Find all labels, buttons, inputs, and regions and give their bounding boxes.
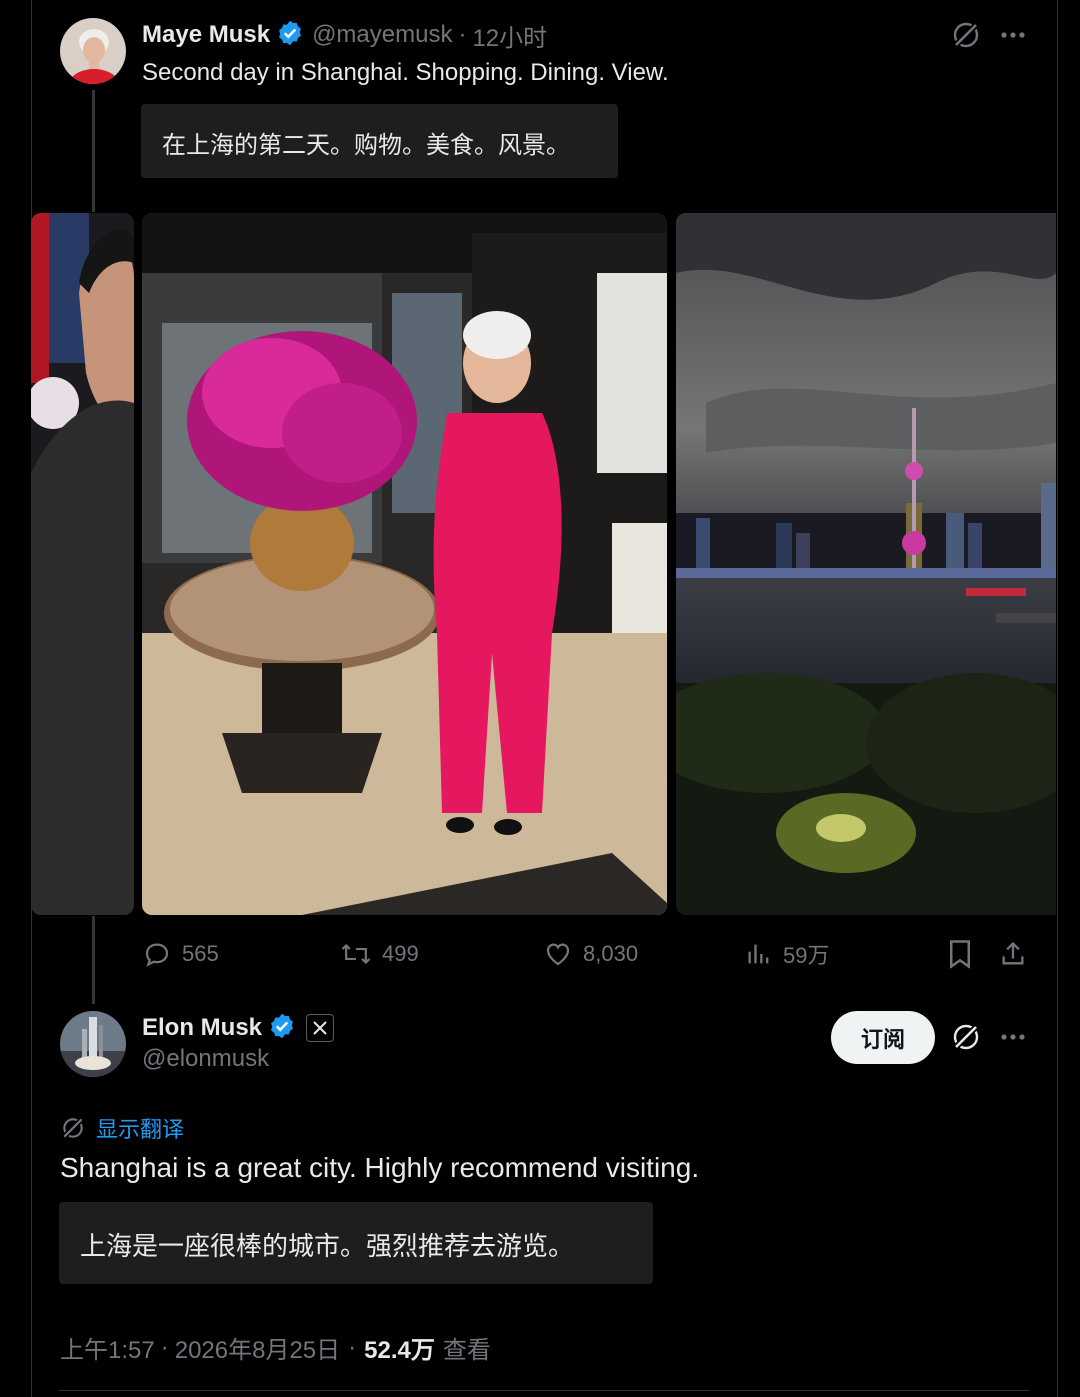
grok-icon[interactable]: [949, 18, 983, 52]
tweet2-meta: 上午1:57 · 2026年8月25日 · 52.4万 查看: [60, 1330, 491, 1365]
tweet2-text: Shanghai is a great city. Highly recomme…: [60, 1152, 700, 1183]
like-count: 8,030: [583, 941, 639, 966]
tweet1-text: Second day in Shanghai. Shopping. Dining…: [142, 59, 669, 86]
tweet2-views-count: 52.4万: [364, 1337, 435, 1364]
tweet2-translation: 上海是一座很棒的城市。强烈推荐去游览。: [59, 1202, 653, 1284]
verified-icon: [276, 19, 304, 52]
tweet1-time[interactable]: 12小时: [472, 18, 547, 53]
elon-avatar[interactable]: [60, 1011, 126, 1077]
x-affiliation-icon[interactable]: [306, 1014, 335, 1042]
more-icon[interactable]: [996, 1020, 1030, 1054]
reply-icon: [145, 943, 169, 967]
elon-header: Elon Musk: [142, 1012, 335, 1045]
separator-dot: ·: [160, 1333, 169, 1361]
show-translation-label: 显示翻译: [96, 1117, 185, 1142]
retweet-count: 499: [382, 941, 419, 966]
verified-icon: [268, 1012, 296, 1045]
reply-count: 565: [182, 941, 219, 966]
retweet-icon: [341, 943, 371, 965]
divider: [59, 1390, 1029, 1391]
bookmark-icon[interactable]: [943, 936, 977, 972]
maye-avatar[interactable]: [60, 18, 126, 84]
translate-icon: [60, 1115, 86, 1141]
maye-header: Maye Musk @mayemusk · 12小时: [142, 18, 547, 53]
tweet2-views-label: 查看: [442, 1337, 491, 1364]
photo-shanghai-skyline[interactable]: [676, 213, 1056, 915]
subscribe-button[interactable]: 订阅: [831, 1011, 935, 1064]
maye-handle[interactable]: @mayemusk: [312, 21, 452, 49]
photo-maye-flowers[interactable]: [142, 213, 667, 915]
thread-line-bottom: [92, 916, 95, 1004]
tweet2-date[interactable]: 2026年8月25日: [175, 1330, 340, 1365]
grok-icon[interactable]: [949, 1020, 983, 1054]
elon-handle[interactable]: @elonmusk: [142, 1045, 269, 1073]
views-count: 59万: [783, 943, 830, 968]
show-translation-link[interactable]: 显示翻译: [60, 1112, 184, 1144]
tweet2-time[interactable]: 上午1:57: [60, 1330, 155, 1365]
heart-icon: [546, 943, 570, 966]
like-button[interactable]: 8,030: [543, 936, 638, 972]
analytics-icon: [748, 944, 769, 964]
photo-left-partial[interactable]: [31, 213, 134, 915]
views-button[interactable]: 59万: [745, 936, 829, 972]
elon-name[interactable]: Elon Musk: [142, 1014, 262, 1042]
tweet1-translation: 在上海的第二天。购物。美食。风景。: [141, 104, 618, 178]
maye-name[interactable]: Maye Musk: [142, 21, 270, 49]
separator-dot: ·: [348, 1333, 357, 1361]
retweet-button[interactable]: 499: [340, 936, 419, 972]
separator-dot: ·: [458, 21, 467, 48]
reply-button[interactable]: 565: [142, 936, 219, 972]
more-icon[interactable]: [996, 18, 1030, 52]
thread-line-top: [92, 90, 95, 212]
share-icon[interactable]: [996, 936, 1030, 972]
